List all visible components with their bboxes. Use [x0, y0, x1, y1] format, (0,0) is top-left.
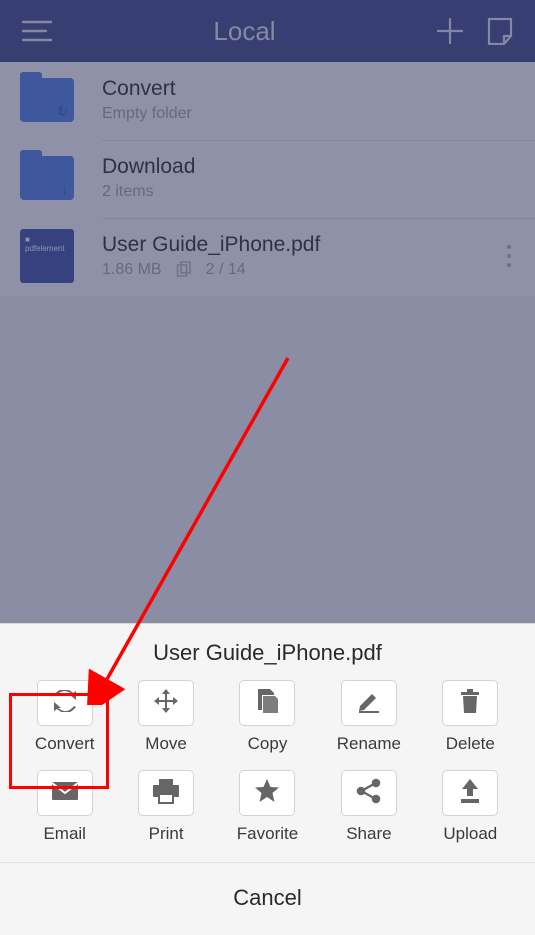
print-button[interactable]: Print — [119, 768, 212, 848]
item-pages: 2 / 14 — [206, 261, 246, 279]
folder-icon: ↓ — [18, 152, 76, 204]
app-header: Local — [0, 0, 535, 62]
move-button[interactable]: Move — [119, 678, 212, 758]
email-button[interactable]: Email — [18, 768, 111, 848]
convert-icon — [52, 690, 78, 717]
list-item[interactable]: ■ pdfelement User Guide_iPhone.pdf 1.86 … — [0, 218, 535, 296]
list-item[interactable]: ↓ Download 2 items — [0, 140, 535, 218]
copy-icon — [255, 688, 279, 719]
list-item[interactable]: ↻ Convert Empty folder — [0, 62, 535, 140]
action-label: Convert — [35, 734, 95, 754]
add-icon[interactable] — [437, 18, 463, 44]
sheet-title: User Guide_iPhone.pdf — [0, 624, 535, 678]
action-sheet: User Guide_iPhone.pdf Convert Move — [0, 623, 535, 935]
upload-icon — [458, 778, 482, 809]
favorite-icon — [254, 778, 280, 809]
move-icon — [153, 688, 179, 719]
cancel-button[interactable]: Cancel — [0, 862, 535, 935]
item-name: Download — [102, 155, 517, 179]
more-icon[interactable] — [501, 239, 517, 273]
rename-button[interactable]: Rename — [322, 678, 415, 758]
email-icon — [51, 781, 79, 806]
share-icon — [356, 778, 382, 809]
action-label: Rename — [337, 734, 401, 754]
page-title: Local — [213, 16, 275, 47]
folder-icon: ↻ — [18, 74, 76, 126]
upload-button[interactable]: Upload — [424, 768, 517, 848]
action-label: Print — [149, 824, 184, 844]
action-label: Favorite — [237, 824, 298, 844]
item-subtitle: 2 items — [102, 183, 154, 201]
menu-icon[interactable] — [22, 20, 52, 42]
print-icon — [152, 778, 180, 809]
copy-button[interactable]: Copy — [221, 678, 314, 758]
rename-icon — [357, 689, 381, 718]
action-label: Move — [145, 734, 187, 754]
action-label: Upload — [443, 824, 497, 844]
favorite-button[interactable]: Favorite — [221, 768, 314, 848]
item-size: 1.86 MB — [102, 261, 162, 279]
item-subtitle: Empty folder — [102, 105, 192, 123]
delete-button[interactable]: Delete — [424, 678, 517, 758]
delete-icon — [459, 688, 481, 719]
action-label: Share — [346, 824, 391, 844]
item-name: Convert — [102, 77, 517, 101]
file-list: ↻ Convert Empty folder ↓ Download 2 item… — [0, 62, 535, 296]
action-label: Email — [43, 824, 86, 844]
item-name: User Guide_iPhone.pdf — [102, 233, 501, 257]
pages-icon — [176, 261, 192, 280]
action-grid: Convert Move Copy — [0, 678, 535, 848]
pdf-icon: ■ pdfelement — [18, 230, 76, 282]
action-label: Delete — [446, 734, 495, 754]
convert-button[interactable]: Convert — [18, 678, 111, 758]
action-label: Copy — [248, 734, 288, 754]
note-icon[interactable] — [487, 17, 513, 45]
share-button[interactable]: Share — [322, 768, 415, 848]
